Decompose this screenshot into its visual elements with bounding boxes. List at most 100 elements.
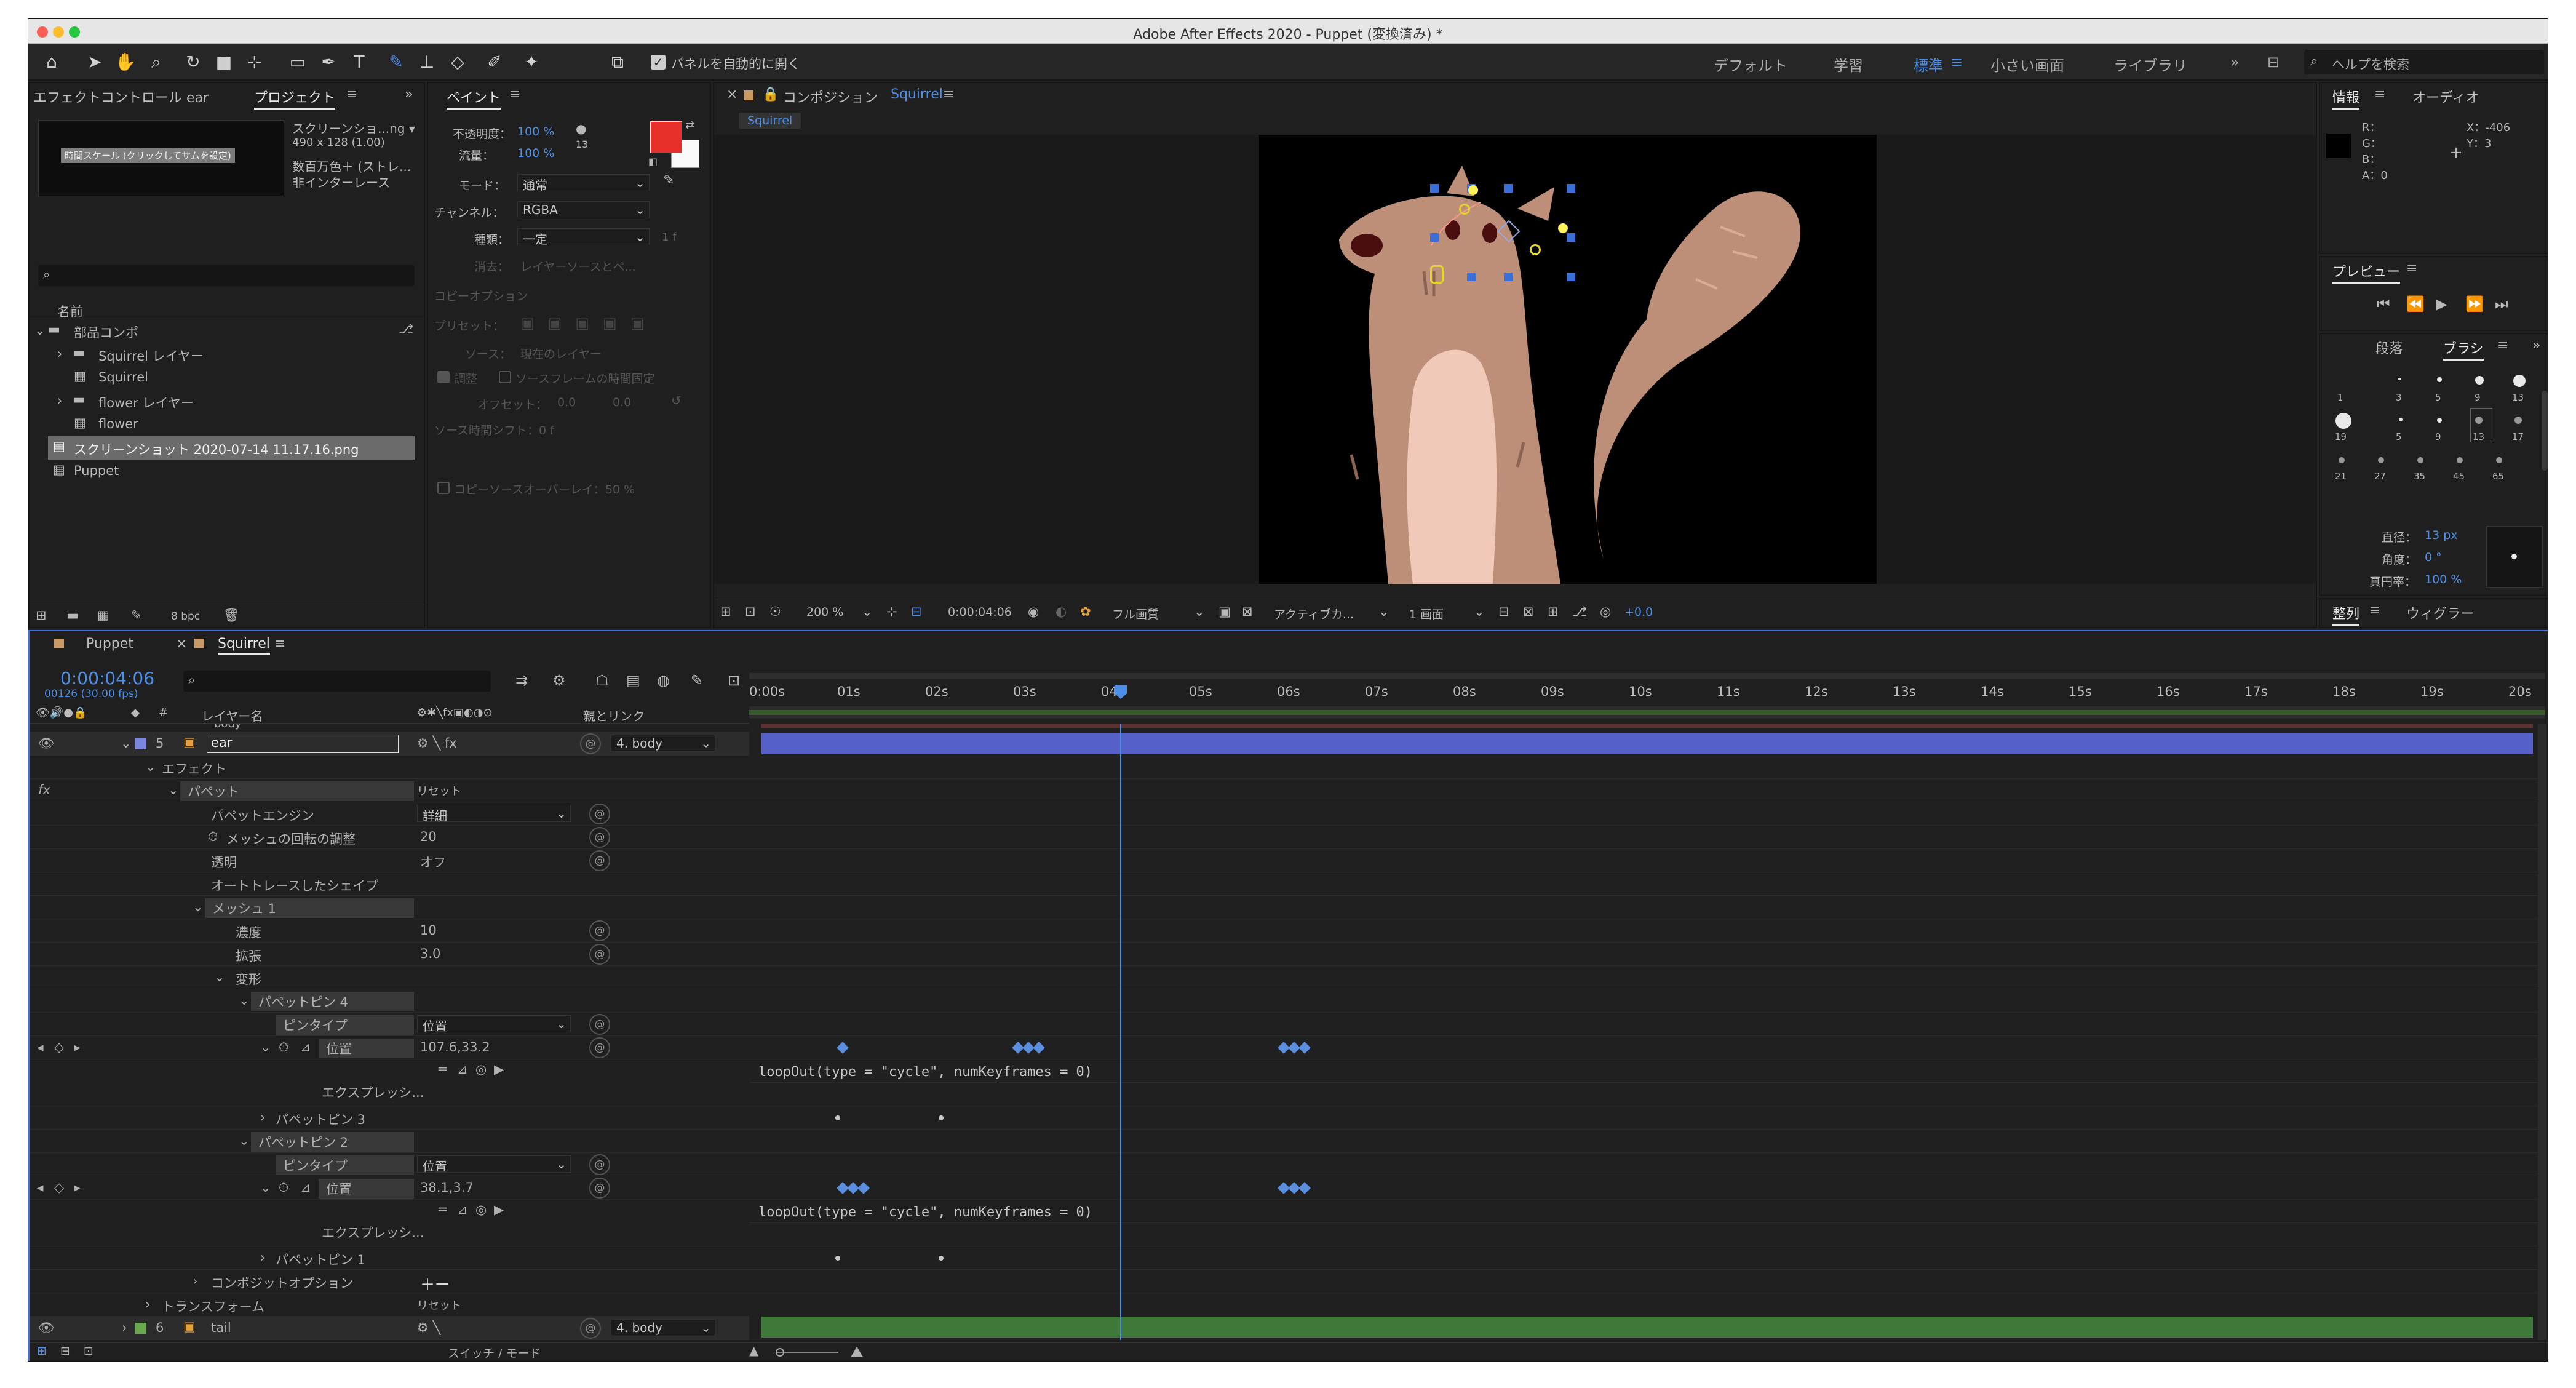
layer-name-tail[interactable]: tail	[211, 1320, 231, 1335]
layer-handle[interactable]	[1504, 273, 1513, 281]
puppet-pin[interactable]	[1468, 185, 1478, 195]
color-settings-icon[interactable]: ✎	[131, 608, 142, 623]
project-search-input[interactable]: ⌕	[38, 265, 415, 286]
pickwhip-icon[interactable]: @	[589, 1037, 610, 1058]
chevron-right-icon[interactable]: ›	[145, 1297, 150, 1312]
layer-row-ear[interactable]: 👁 ⌄ 5 ▣ ear ⚙ ╲ fx @ 4. body ⌄	[30, 732, 749, 756]
tab-timeline-squirrel[interactable]: Squirrel	[218, 636, 270, 655]
pickwhip-icon[interactable]: @	[589, 804, 610, 824]
list-item[interactable]: ▦ flower	[30, 413, 424, 436]
mesh-rotation-value[interactable]: 20	[420, 829, 437, 844]
brush-tip[interactable]	[2378, 457, 2384, 463]
property-row[interactable]: ピンタイプ 位置 ⌄ @	[30, 1013, 749, 1036]
expression-language-menu-icon[interactable]: ▶	[494, 1202, 504, 1217]
expression-row[interactable]: エクスプレッシ...	[30, 1083, 749, 1106]
brush-tip[interactable]	[2457, 457, 2463, 463]
expression-graph-icon[interactable]: ⊿	[457, 1062, 468, 1077]
puppet-pin[interactable]	[1558, 223, 1568, 233]
graph-icon[interactable]: ⊿	[300, 1180, 311, 1195]
fx-icon[interactable]: fx	[38, 783, 50, 797]
previous-frame-icon[interactable]: ⏪	[2406, 295, 2425, 313]
tab-preview[interactable]: プレビュー	[2332, 261, 2401, 284]
tab-info[interactable]: 情報	[2332, 87, 2360, 110]
timeline-timecode[interactable]: 0:00:04:06	[60, 668, 154, 688]
expression-pickwhip-icon[interactable]: ◎	[475, 1062, 487, 1077]
roto-brush-tool-icon[interactable]: ✐	[483, 51, 506, 73]
chevron-down-icon[interactable]: ⌄	[260, 1180, 271, 1195]
current-time-indicator[interactable]	[1120, 724, 1121, 1340]
add-keyframe-icon[interactable]: ◇	[54, 1180, 64, 1195]
stopwatch-icon[interactable]: ⏱	[279, 1040, 288, 1055]
views-value[interactable]: 1 画面	[1409, 605, 1444, 622]
workspace-panel-icon[interactable]: ⊟	[2267, 54, 2280, 71]
property-row[interactable]: パペットエンジン 詳細 ⌄ @	[30, 802, 749, 826]
comp-flowchart-icon[interactable]: ⊞	[1548, 604, 1559, 619]
snapping-icon[interactable]: ⧉	[606, 51, 629, 73]
pin-row[interactable]: › パペットピン 3	[30, 1106, 749, 1130]
puppet-pin[interactable]	[1459, 204, 1470, 215]
next-keyframe-icon[interactable]: ▸	[74, 1180, 81, 1195]
expression-controls-row[interactable]: ═ ⊿ ◎ ▶	[30, 1059, 749, 1083]
list-item[interactable]: ▦ Puppet	[30, 460, 424, 483]
auto-open-checkbox[interactable]: ✓	[651, 55, 666, 70]
more-workspaces-icon[interactable]: »	[2230, 54, 2240, 71]
brush-tip[interactable]	[2437, 377, 2442, 382]
exposure-icon[interactable]: ◎	[1600, 604, 1611, 619]
rotate-tool-icon[interactable]: ↻	[182, 51, 204, 73]
layer-handle[interactable]	[1430, 233, 1439, 242]
expression-enable-icon[interactable]: ═	[439, 1062, 447, 1077]
angle-value[interactable]: 0 °	[2425, 551, 2442, 564]
in-out-toggle-icon[interactable]: ⊡	[84, 1344, 93, 1358]
transform-row[interactable]: › トランスフォーム リセット	[30, 1293, 749, 1317]
trash-icon[interactable]: 🗑	[223, 608, 240, 623]
lock-time-checkbox[interactable]	[499, 371, 511, 383]
parent-dropdown[interactable]: 4. body ⌄	[611, 1319, 715, 1336]
brush-tip[interactable]	[2513, 375, 2526, 387]
swap-colors-icon[interactable]: ⇄	[685, 119, 694, 132]
draft-3d-icon[interactable]: ⚙	[552, 672, 566, 689]
resolution-value[interactable]: フル画質	[1112, 605, 1159, 622]
expand-panels-icon[interactable]: »	[2532, 338, 2540, 353]
panel-menu-icon[interactable]: ≡	[274, 636, 285, 652]
comp-mini-flowchart-icon[interactable]: ⇉	[515, 672, 528, 689]
bpc-label[interactable]: 8 bpc	[171, 610, 200, 623]
reset-link[interactable]: リセット	[417, 783, 461, 799]
next-keyframe-icon[interactable]: ▸	[74, 1040, 81, 1055]
timeline-search-input[interactable]: ⌕	[183, 671, 491, 692]
chevron-down-icon[interactable]: ⌄	[121, 736, 132, 751]
previous-keyframe-icon[interactable]: ◂	[37, 1180, 44, 1195]
layer-row-body[interactable]: body	[30, 724, 749, 732]
new-composition-icon[interactable]: ▦	[97, 608, 109, 623]
adjust-checkbox[interactable]	[437, 371, 450, 383]
help-search-input[interactable]: ヘルプを検索	[2332, 55, 2409, 73]
flow-value[interactable]: 100 %	[517, 146, 554, 160]
project-thumbnail[interactable]: 時間スケール (クリックしてサムを設定)	[38, 120, 284, 196]
expression-language-menu-icon[interactable]: ▶	[494, 1062, 504, 1077]
new-folder-icon[interactable]: ▬	[66, 608, 79, 623]
chevron-down-icon[interactable]: ⌄	[1474, 604, 1485, 619]
work-area-bar[interactable]	[749, 673, 2545, 679]
layer-handle[interactable]	[1430, 184, 1439, 193]
fast-preview-icon[interactable]: ▣	[1218, 604, 1231, 619]
brush-tip[interactable]	[2496, 457, 2502, 463]
list-item[interactable]: › ▬ Squirrel レイヤー	[30, 343, 424, 366]
effects-group-row[interactable]: ⌄ エフェクト	[30, 756, 749, 779]
layer-handle[interactable]	[1467, 273, 1476, 281]
transparency-grid-icon[interactable]: ⊟	[911, 604, 922, 619]
position-value[interactable]: 107.6,33.2	[420, 1040, 490, 1055]
brush-tip[interactable]	[2475, 376, 2484, 385]
brush-tip[interactable]	[2514, 417, 2522, 424]
density-value[interactable]: 10	[420, 923, 437, 938]
workspace-standard[interactable]: 標準	[1914, 54, 1943, 75]
property-row[interactable]: ⏱ メッシュの回転の調整 20 @	[30, 826, 749, 849]
panel-menu-icon[interactable]: ≡	[509, 87, 520, 102]
comp-flow-tab[interactable]: Squirrel	[739, 113, 801, 129]
brush-tip[interactable]	[2335, 413, 2351, 429]
home-icon[interactable]: ⌂	[41, 51, 63, 73]
eye-icon[interactable]: 👁	[38, 736, 55, 751]
timeline-scrollbar[interactable]	[2538, 724, 2546, 1340]
position-row[interactable]: ◂ ◇ ▸ ⌄ ⏱ ⊿ 位置 38.1,3.7 @	[30, 1176, 749, 1200]
pickwhip-icon[interactable]: @	[589, 1178, 610, 1199]
brush-tip[interactable]	[2398, 378, 2401, 380]
layer-name-ear[interactable]: ear	[207, 735, 399, 753]
